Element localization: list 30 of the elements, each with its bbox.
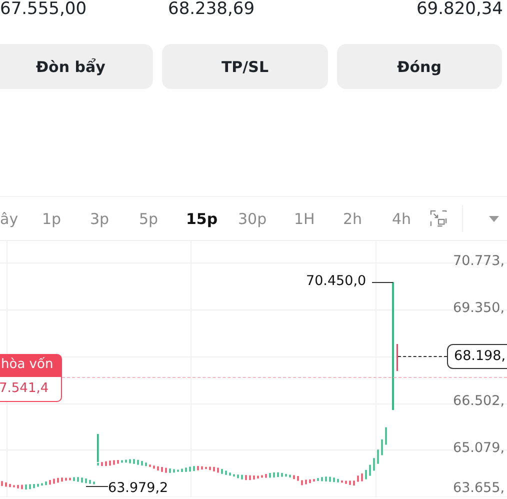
high-price-label: 70.450,0 xyxy=(306,273,366,289)
price-axis-label: 66.502, xyxy=(453,393,505,409)
leader-line xyxy=(372,282,393,283)
layout-icon[interactable] xyxy=(430,210,447,227)
leader-line xyxy=(86,486,108,487)
price-value: 69.820,34 xyxy=(416,0,503,19)
current-price-label: 68.198, xyxy=(447,344,507,369)
action-button[interactable]: TP/SL xyxy=(162,44,328,89)
interval-tab[interactable]: ây xyxy=(0,210,18,228)
low-price-label: 63.979,2 xyxy=(108,480,168,496)
caret-icon[interactable] xyxy=(489,216,499,222)
interval-tab[interactable]: 1H xyxy=(294,210,315,228)
action-button[interactable]: Đòn bẩy xyxy=(0,44,154,89)
break-even-price: 7.541,4 xyxy=(0,377,62,402)
price-value: 67.555,00 xyxy=(0,0,87,19)
interval-tab[interactable]: 15p xyxy=(186,210,218,228)
interval-tab[interactable]: 3p xyxy=(90,210,110,228)
break-even-tag: hòa vốn xyxy=(0,354,62,377)
action-button[interactable]: Đóng xyxy=(336,44,502,89)
price-axis-label: 69.350, xyxy=(453,300,505,316)
interval-tab[interactable]: 4h xyxy=(392,210,412,228)
price-axis-label: 65.079, xyxy=(453,440,505,456)
interval-tab[interactable]: 2h xyxy=(343,210,362,228)
interval-tab[interactable]: 5p xyxy=(139,210,158,228)
price-axis-label: 70.773, xyxy=(453,253,505,269)
interval-tab[interactable]: 30p xyxy=(238,210,267,228)
price-value: 68.238,69 xyxy=(168,0,255,19)
price-axis-label: 63.655, xyxy=(453,480,505,496)
interval-tab[interactable]: 1p xyxy=(42,210,62,228)
price-line xyxy=(398,356,447,357)
